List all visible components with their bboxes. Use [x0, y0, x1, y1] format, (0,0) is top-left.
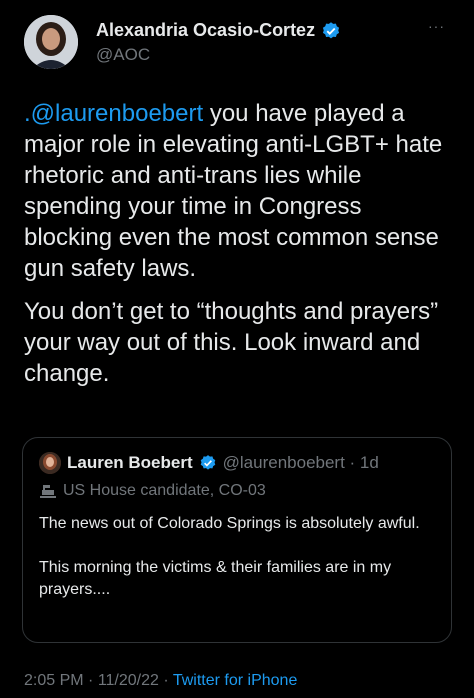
more-options-icon[interactable]: ··· — [428, 18, 445, 34]
tweet-paragraph-2: You don’t get to “thoughts and prayers” … — [24, 298, 439, 387]
quoted-paragraph-2: This morning the victims & their familie… — [39, 559, 392, 598]
quoted-tweet-text: The news out of Colorado Springs is abso… — [39, 513, 435, 623]
tweet-paragraph-1: .@laurenboebert you have played a major … — [24, 98, 456, 284]
quoted-tweet-card[interactable]: Lauren Boebert @laurenboebert · 1d US Ho… — [22, 437, 452, 643]
quoted-label-text: US House candidate, CO-03 — [63, 482, 266, 499]
quoted-separator: · — [344, 453, 360, 472]
tweet-footer: 2:05 PM · 11/20/22 · Twitter for iPhone — [24, 672, 297, 690]
mention-link[interactable]: .@laurenboebert — [24, 100, 203, 127]
tweet-time[interactable]: 2:05 PM — [24, 672, 84, 689]
footer-separator-1: · — [83, 672, 98, 689]
quoted-account-label: US House candidate, CO-03 — [39, 482, 266, 500]
verified-badge-icon — [322, 21, 340, 38]
quoted-author-name[interactable]: Lauren Boebert — [67, 453, 193, 473]
government-building-icon — [40, 485, 56, 498]
author-name-row[interactable]: Alexandria Ocasio-Cortez — [96, 20, 341, 41]
quoted-author-handle: @laurenboebert — [222, 453, 345, 472]
footer-separator-2: · — [158, 672, 173, 689]
author-handle[interactable]: @AOC — [96, 45, 150, 65]
quoted-time[interactable]: 1d — [360, 453, 379, 472]
tweet-date[interactable]: 11/20/22 — [98, 672, 159, 689]
quoted-tweet-header: Lauren Boebert @laurenboebert · 1d — [39, 452, 379, 474]
quoted-verified-badge-icon — [200, 455, 215, 470]
author-avatar[interactable] — [24, 15, 78, 69]
quoted-author-avatar[interactable] — [39, 452, 61, 474]
author-name[interactable]: Alexandria Ocasio-Cortez — [96, 20, 315, 41]
tweet-text: .@laurenboebert you have played a major … — [24, 98, 456, 401]
tweet-paragraph-1-text: you have played a major role in elevatin… — [24, 100, 443, 282]
quoted-paragraph-1: The news out of Colorado Springs is abso… — [39, 515, 420, 532]
tweet-source-link[interactable]: Twitter for iPhone — [173, 672, 298, 689]
